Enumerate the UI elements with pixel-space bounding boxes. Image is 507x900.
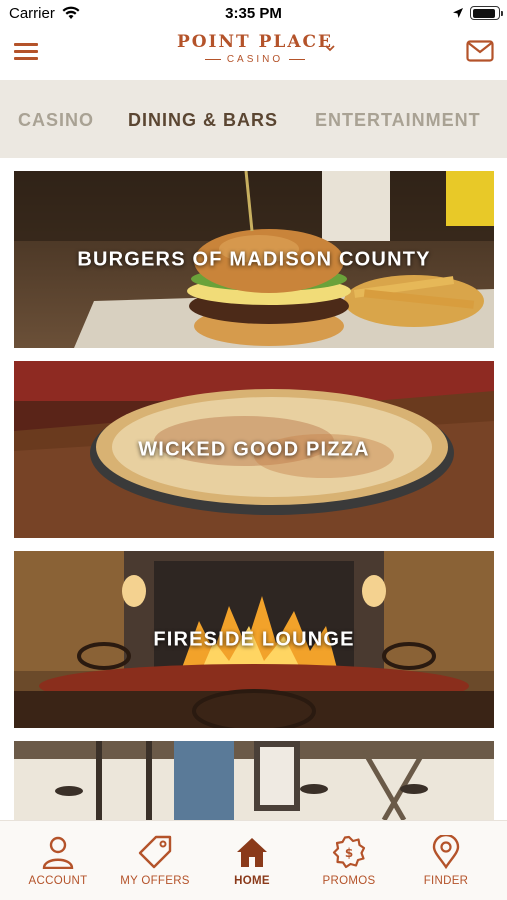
tab-label: HOME [234,875,270,887]
venue-title: BURGERS OF MADISON COUNTY [77,248,431,270]
home-icon [237,838,267,867]
tab-finder[interactable]: FINDER [396,835,496,887]
tab-label: ACCOUNT [28,875,88,887]
tab-entertainment[interactable]: ENTERTAINMENT [315,110,481,131]
venue-photo [14,741,494,820]
svg-text:$: $ [345,846,353,860]
tab-casino[interactable]: CASINO [18,110,94,131]
mail-icon[interactable] [466,40,494,62]
map-pin-icon [432,835,460,869]
venue-card-burgers[interactable]: BURGERS OF MADISON COUNTY [14,171,494,348]
person-icon [42,836,74,869]
logo-sub-text: CASINO [226,54,284,65]
tab-home[interactable]: HOME [202,835,302,887]
category-tabs: CASINO DINING & BARS ENTERTAINMENT [0,80,507,158]
venue-card-partial[interactable] [14,741,494,820]
bottom-tab-bar: ACCOUNT MY OFFERS HOME $ PROMOS FINDER [0,820,507,900]
app-header: POINT PLACE CASINO [0,28,507,80]
clock: 3:35 PM [225,5,282,22]
tab-label: PROMOS [322,875,376,887]
location-arrow-icon [453,8,463,18]
tab-dining-bars[interactable]: DINING & BARS [128,110,278,131]
tab-promos[interactable]: $ PROMOS [299,835,399,887]
logo-main-text: POINT PLACE [176,32,334,52]
tab-label: MY OFFERS [120,875,190,887]
menu-button[interactable] [14,40,38,62]
battery-icon [470,6,503,20]
venue-title: WICKED GOOD PIZZA [138,438,370,460]
brand-logo[interactable]: POINT PLACE CASINO [170,32,340,76]
status-bar: Carrier 3:35 PM [0,0,507,28]
tab-label: FINDER [423,875,469,887]
tab-my-offers[interactable]: MY OFFERS [105,835,205,887]
venue-card-fireside[interactable]: FIRESIDE LOUNGE [14,551,494,728]
venue-card-pizza[interactable]: WICKED GOOD PIZZA [14,361,494,538]
chevron-down-icon[interactable] [325,44,335,52]
venue-title: FIRESIDE LOUNGE [153,628,355,650]
tag-icon [138,835,172,869]
badge-icon: $ [332,835,366,869]
tab-account[interactable]: ACCOUNT [8,835,108,887]
